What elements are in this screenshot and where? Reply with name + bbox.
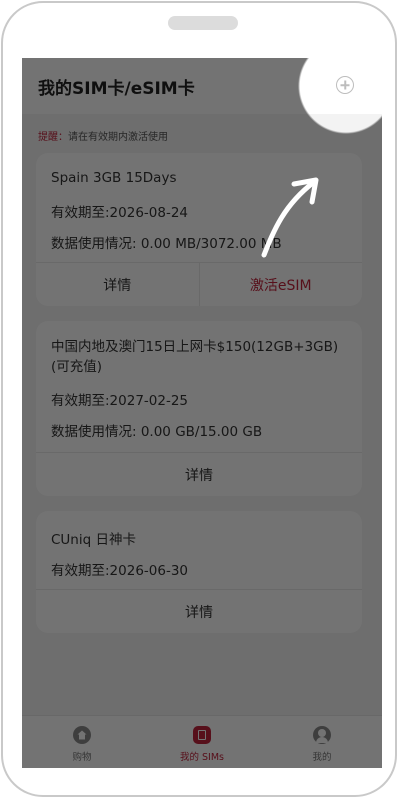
- app-header: 我的SIM卡/eSIM卡: [22, 58, 382, 114]
- sim-icon: [193, 726, 211, 744]
- phone-speaker: [168, 16, 238, 30]
- app-screen: 我的SIM卡/eSIM卡 提醒：请在有效期内激活使用 Spain 3GB 15D…: [22, 58, 382, 768]
- reminder-text: 请在有效期内激活使用: [68, 132, 168, 143]
- bottom-tab-bar: 购物 我的 SIMs 我的: [22, 715, 382, 768]
- sim-card-validity: 有效期至:2027-02-25: [51, 393, 189, 409]
- details-button[interactable]: 详情: [36, 453, 362, 496]
- sim-card-title: 中国内地及澳门15日上网卡$150(12GB+3GB)(可充值): [51, 339, 339, 375]
- sim-card-actions: 详情: [36, 589, 362, 633]
- sim-card-usage: 数据使用情况: 0.00 GB/15.00 GB: [51, 424, 263, 440]
- tab-my-sims[interactable]: 我的 SIMs: [142, 716, 262, 768]
- tab-label: 我的 SIMs: [180, 752, 224, 763]
- add-sim-button[interactable]: [336, 76, 354, 94]
- sim-card-title: CUniq 日神卡: [51, 532, 136, 548]
- tab-shop[interactable]: 购物: [22, 716, 142, 768]
- sim-card-validity: 有效期至:2026-08-24: [51, 205, 189, 221]
- details-button[interactable]: 详情: [36, 263, 199, 306]
- phone-frame: 我的SIM卡/eSIM卡 提醒：请在有效期内激活使用 Spain 3GB 15D…: [1, 1, 397, 797]
- sim-card: 中国内地及澳门15日上网卡$150(12GB+3GB)(可充值) 有效期至:20…: [36, 321, 362, 496]
- home-icon: [73, 726, 91, 744]
- activate-esim-button[interactable]: 激活eSIM: [198, 263, 363, 306]
- sim-card-title: Spain 3GB 15Days: [51, 170, 177, 186]
- sim-card-validity: 有效期至:2026-06-30: [51, 563, 189, 579]
- page-title: 我的SIM卡/eSIM卡: [38, 79, 195, 99]
- sim-card-actions: 详情: [36, 452, 362, 496]
- user-icon: [313, 726, 331, 744]
- details-button[interactable]: 详情: [36, 590, 362, 633]
- tab-profile[interactable]: 我的: [262, 716, 382, 768]
- sim-card-usage: 数据使用情况: 0.00 MB/3072.00 MB: [51, 236, 282, 252]
- sim-card-actions: 详情 激活eSIM: [36, 262, 362, 306]
- reminder-banner: 提醒：请在有效期内激活使用: [38, 128, 168, 143]
- tab-label: 我的: [312, 752, 332, 763]
- sim-card: Spain 3GB 15Days 有效期至:2026-08-24 数据使用情况:…: [36, 153, 362, 306]
- reminder-label: 提醒：: [38, 132, 68, 143]
- sim-card: CUniq 日神卡 有效期至:2026-06-30 详情: [36, 511, 362, 633]
- tab-label: 购物: [72, 752, 92, 763]
